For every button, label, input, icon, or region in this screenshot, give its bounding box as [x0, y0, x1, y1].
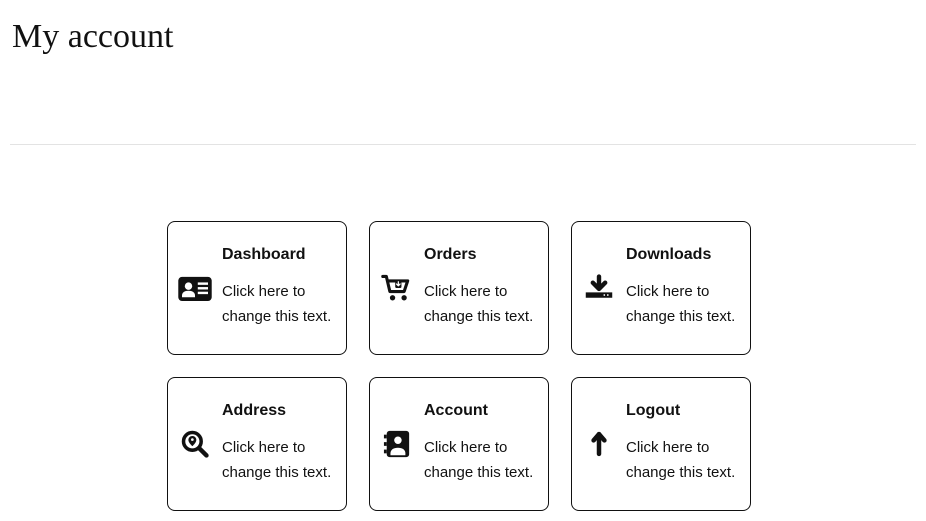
card-dashboard[interactable]: Dashboard Click here to change this text… [167, 221, 347, 355]
card-downloads[interactable]: Downloads Click here to change this text… [571, 221, 751, 355]
search-location-icon [178, 429, 212, 459]
card-address[interactable]: Address Click here to change this text. [167, 377, 347, 511]
arrow-up-icon [582, 430, 616, 458]
page-title: My account [12, 18, 916, 56]
card-title: Account [424, 402, 538, 420]
card-desc[interactable]: Click here to change this text. [626, 436, 740, 486]
id-card-icon [178, 275, 212, 301]
card-title: Downloads [626, 246, 740, 264]
card-logout[interactable]: Logout Click here to change this text. [571, 377, 751, 511]
card-title: Address [222, 402, 336, 420]
card-title: Dashboard [222, 246, 336, 264]
card-orders[interactable]: Orders Click here to change this text. [369, 221, 549, 355]
card-title: Logout [626, 402, 740, 420]
card-desc[interactable]: Click here to change this text. [222, 280, 336, 330]
card-desc[interactable]: Click here to change this text. [424, 436, 538, 486]
card-desc[interactable]: Click here to change this text. [222, 436, 336, 486]
address-book-icon [380, 429, 414, 459]
divider [10, 144, 916, 145]
download-icon [582, 274, 616, 302]
cart-arrow-down-icon [380, 273, 414, 303]
card-account[interactable]: Account Click here to change this text. [369, 377, 549, 511]
card-desc[interactable]: Click here to change this text. [626, 280, 740, 330]
card-desc[interactable]: Click here to change this text. [424, 280, 538, 330]
card-title: Orders [424, 246, 538, 264]
account-cards-grid: Dashboard Click here to change this text… [167, 221, 916, 511]
